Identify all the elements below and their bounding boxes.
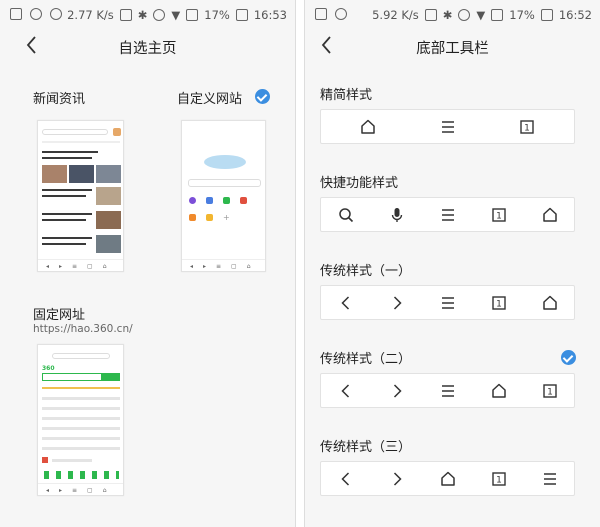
battery-percent: 17% — [204, 8, 230, 22]
svg-text:1: 1 — [496, 476, 502, 486]
menu-icon — [540, 469, 560, 489]
tabs-icon: 1 — [517, 117, 537, 137]
notification-icon — [50, 8, 62, 20]
home-icon — [438, 469, 458, 489]
battery-percent: 17% — [509, 8, 535, 22]
clock: 16:53 — [253, 8, 287, 22]
battery-icon — [235, 9, 248, 21]
svg-text:1: 1 — [496, 300, 502, 310]
signal-icon — [186, 9, 199, 21]
alarm-icon — [458, 9, 471, 21]
toolbar-style-label: 快捷功能样式 — [320, 176, 399, 191]
custom-site-preview-thumbnail[interactable]: + ◂▸≡▢⌂ — [181, 120, 266, 272]
menu-icon — [438, 381, 458, 401]
toolbar-style-option[interactable]: 1 — [320, 109, 575, 144]
bluetooth-icon: ✱ — [137, 8, 148, 22]
svg-text:1: 1 — [496, 212, 502, 222]
title-bar: 底部工具栏 — [305, 30, 600, 62]
clock: 16:52 — [558, 8, 592, 22]
toolbar-style-label: 精简样式 — [320, 88, 373, 103]
custom-site-selected-check-icon — [255, 89, 270, 104]
notification-icon — [315, 8, 327, 20]
tabs-icon: 1 — [489, 469, 509, 489]
menu-icon — [438, 205, 458, 225]
back-icon — [336, 293, 356, 313]
back-icon — [336, 381, 356, 401]
search-icon — [336, 205, 356, 225]
fixed-url-value: https://hao.360.cn/ — [33, 323, 133, 335]
home-icon — [540, 205, 560, 225]
signal-icon — [491, 9, 504, 21]
status-bar: 2.77 K/s ✱ ▼ 17% 16:53 — [0, 0, 295, 30]
news-option-label: 新闻资讯 — [33, 92, 86, 107]
news-preview-thumbnail[interactable]: ◂▸≡▢⌂ — [37, 120, 124, 272]
svg-text:1: 1 — [547, 388, 553, 398]
fixed-url-preview-thumbnail[interactable]: 360 ◂▸≡▢⌂ — [37, 344, 124, 496]
alarm-icon — [153, 9, 166, 21]
home-icon — [358, 117, 378, 137]
mic-icon — [387, 205, 407, 225]
selected-check-icon — [561, 350, 576, 365]
home-selection-screen: 2.77 K/s ✱ ▼ 17% 16:53 自选主页 新闻资讯 自定义网站 ◂… — [0, 0, 296, 527]
menu-icon — [438, 117, 458, 137]
forward-icon — [387, 381, 407, 401]
toolbar-style-option[interactable]: 1 — [320, 373, 575, 408]
svg-text:1: 1 — [524, 124, 530, 134]
home-icon — [540, 293, 560, 313]
toolbar-style-label: 传统样式（一） — [320, 264, 412, 279]
tabs-icon: 1 — [489, 293, 509, 313]
vibrate-icon — [119, 9, 132, 21]
vibrate-icon — [424, 9, 437, 21]
menu-icon — [438, 293, 458, 313]
notification-icon — [30, 8, 42, 20]
home-icon — [489, 381, 509, 401]
gallery-notification-icon — [10, 8, 22, 20]
toolbar-style-label: 传统样式（二） — [320, 352, 412, 367]
wifi-icon: ▼ — [171, 8, 181, 22]
bluetooth-icon: ✱ — [442, 8, 453, 22]
custom-site-option-label: 自定义网站 — [177, 92, 243, 107]
network-speed: 2.77 K/s — [67, 8, 114, 22]
page-title: 底部工具栏 — [416, 41, 489, 57]
wifi-icon: ▼ — [476, 8, 486, 22]
tabs-icon: 1 — [489, 205, 509, 225]
status-bar: 5.92 K/s ✱ ▼ 17% 16:52 — [305, 0, 600, 30]
tabs-icon: 1 — [540, 381, 560, 401]
toolbar-style-option[interactable]: 1 — [320, 197, 575, 232]
toolbar-style-label: 传统样式（三） — [320, 440, 412, 455]
network-speed: 5.92 K/s — [372, 8, 419, 22]
forward-icon — [387, 293, 407, 313]
back-icon — [336, 469, 356, 489]
fixed-url-option-label: 固定网址 — [33, 308, 86, 323]
page-title: 自选主页 — [118, 41, 177, 57]
toolbar-style-option[interactable]: 1 — [320, 461, 575, 496]
title-bar: 自选主页 — [0, 30, 295, 62]
battery-icon — [540, 9, 553, 21]
toolbar-style-option[interactable]: 1 — [320, 285, 575, 320]
forward-icon — [387, 469, 407, 489]
notification-icon — [335, 8, 347, 20]
